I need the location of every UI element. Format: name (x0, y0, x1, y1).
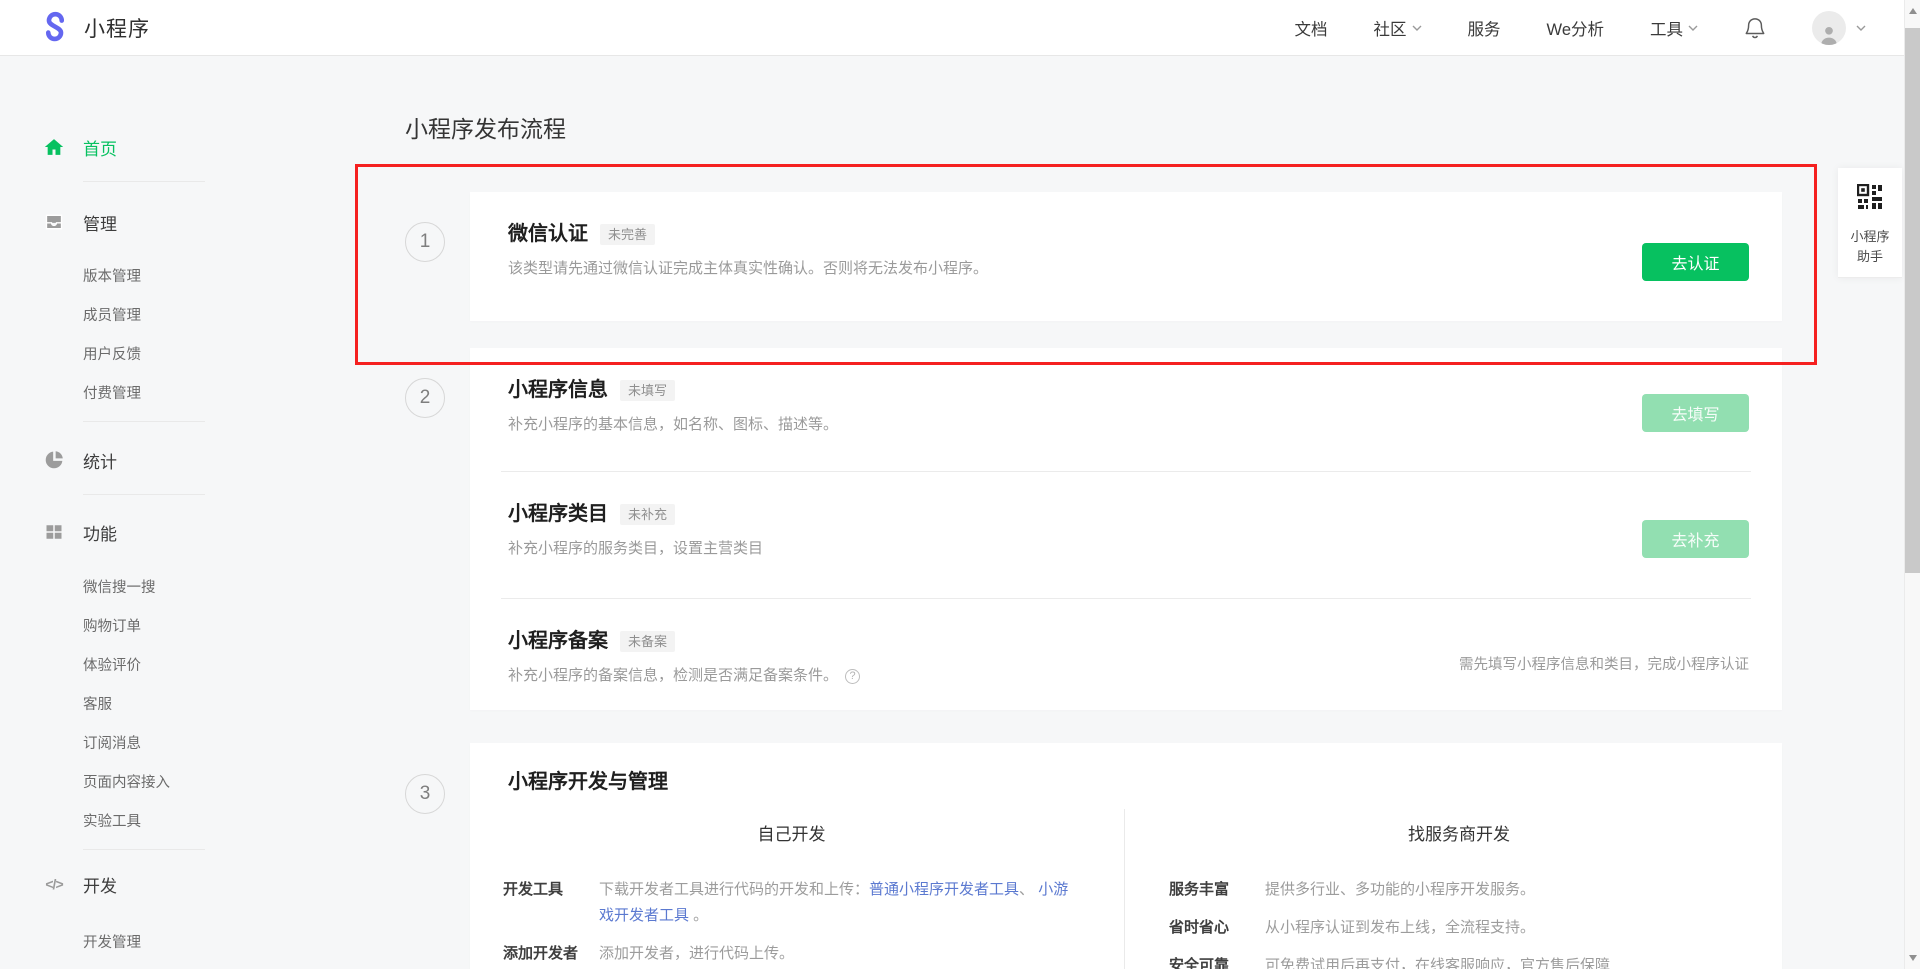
sidebar-item-develop-manage[interactable]: 开发管理 (0, 926, 235, 956)
add-developer-text: 添加开发者，进行代码上传。 (599, 941, 1080, 967)
miniprogram-category-row: 小程序类目 未补充 补充小程序的服务类目，设置主营类目 去补充 (470, 472, 1782, 598)
wechat-verification-row: 微信认证 未完善 该类型请先通过微信认证完成主体真实性确认。否则将无法发布小程序… (470, 192, 1782, 321)
tray-icon (44, 212, 64, 232)
sidebar-item-search[interactable]: 微信搜一搜 (0, 571, 235, 601)
app-logo[interactable]: 小程序 (38, 11, 150, 45)
provider-row: 服务丰富 提供多行业、多功能的小程序开发服务。 (1169, 877, 1749, 903)
sidebar-item-features[interactable]: 功能 (0, 512, 235, 552)
miniprogram-category-title: 小程序类目 (508, 502, 608, 526)
avatar (1812, 11, 1846, 45)
nav-community[interactable]: 社区 (1374, 16, 1422, 40)
sidebar-divider (83, 181, 205, 182)
miniprogram-assistant-widget[interactable]: 小程序 助手 (1838, 168, 1902, 278)
sidebar-item-page-content[interactable]: 页面内容接入 (0, 766, 235, 796)
status-badge: 未补充 (620, 504, 675, 525)
status-badge: 未填写 (620, 380, 675, 401)
status-badge: 未完善 (600, 224, 655, 245)
dev-tools-text: 下载开发者工具进行代码的开发和上传： (599, 881, 869, 898)
miniprogram-info-row: 小程序信息 未填写 补充小程序的基本信息，如名称、图标、描述等。 去填写 (470, 348, 1782, 471)
miniprogram-info-title: 小程序信息 (508, 378, 608, 402)
qr-code-icon (1857, 184, 1883, 210)
sidebar-item-subscribe-message[interactable]: 订阅消息 (0, 727, 235, 757)
sidebar-item-manage[interactable]: 管理 (0, 202, 235, 242)
link-separator: 、 (1019, 881, 1038, 898)
chevron-down-icon (1688, 25, 1698, 31)
sidebar-divider (83, 849, 205, 850)
main-content: 小程序发布流程 1 2 3 微信认证 未完善 该类型请先通过微信认证完成主体真实… (235, 56, 1904, 969)
account-menu[interactable] (1812, 11, 1866, 45)
step-number-2: 2 (405, 378, 445, 418)
dev-tools-label: 开发工具 (503, 877, 599, 929)
chevron-down-icon (1412, 25, 1422, 31)
go-verify-button[interactable]: 去认证 (1642, 243, 1749, 281)
sidebar-divider (83, 494, 205, 495)
status-badge: 未备案 (620, 631, 675, 652)
nav-we-analysis[interactable]: We分析 (1547, 16, 1604, 40)
sidebar-item-stats[interactable]: 统计 (0, 440, 235, 480)
sidebar-item-version-manage[interactable]: 版本管理 (0, 260, 235, 290)
miniprogram-category-desc: 补充小程序的服务类目，设置主营类目 (508, 539, 1782, 559)
sidebar-item-home[interactable]: 首页 (0, 127, 235, 167)
nav-services[interactable]: 服务 (1468, 16, 1501, 40)
pie-chart-icon (44, 450, 64, 470)
sidebar-divider (83, 421, 205, 422)
step3-card: 小程序开发与管理 自己开发 开发工具 下载开发者工具进行代码的开发和上传：普通小… (470, 743, 1782, 969)
miniprogram-filing-row: 小程序备案 未备案 补充小程序的备案信息，检测是否满足备案条件。 需先填写小程序… (470, 599, 1782, 710)
step1-card: 微信认证 未完善 该类型请先通过微信认证完成主体真实性确认。否则将无法发布小程序… (470, 192, 1782, 321)
person-icon (1818, 23, 1840, 45)
step2-card: 小程序信息 未填写 补充小程序的基本信息，如名称、图标、描述等。 去填写 小程序… (470, 348, 1782, 710)
step-number-3: 3 (405, 774, 445, 814)
sidebar-item-paid-manage[interactable]: 付费管理 (0, 377, 235, 407)
scrollbar-thumb[interactable] (1905, 28, 1920, 573)
page-title: 小程序发布流程 (405, 114, 566, 144)
go-supplement-button[interactable]: 去补充 (1642, 520, 1749, 558)
top-header: 小程序 文档 社区 服务 We分析 工具 (0, 0, 1920, 56)
scroll-up-arrow[interactable] (1909, 8, 1917, 14)
sidebar-item-member-manage[interactable]: 成员管理 (0, 299, 235, 329)
miniprogram-logo-icon (38, 11, 72, 45)
dev-manage-title: 小程序开发与管理 (470, 769, 1782, 795)
provider-row: 安全可靠 可免费试用后再支付，在线客服响应，官方售后保障 (1169, 953, 1749, 969)
sidebar-item-customer-service[interactable]: 客服 (0, 688, 235, 718)
add-developer-row: 添加开发者 添加开发者，进行代码上传。 (503, 941, 1080, 967)
go-fill-button[interactable]: 去填写 (1642, 394, 1749, 432)
wechat-verification-desc: 该类型请先通过微信认证完成主体真实性确认。否则将无法发布小程序。 (508, 259, 1782, 279)
nav-docs[interactable]: 文档 (1295, 16, 1328, 40)
self-develop-header: 自己开发 (503, 823, 1080, 847)
vertical-scrollbar[interactable] (1904, 0, 1920, 969)
step-number-1: 1 (405, 222, 445, 262)
notification-bell-icon[interactable] (1744, 16, 1766, 40)
sidebar: 首页 管理 版本管理 成员管理 用户反馈 付费管理 统计 功能 (0, 56, 235, 965)
sidebar-item-experiment-tools[interactable]: 实验工具 (0, 805, 235, 835)
logo-text: 小程序 (84, 13, 150, 43)
scroll-down-arrow[interactable] (1909, 955, 1917, 961)
dev-tools-suffix: 。 (689, 907, 708, 924)
add-developer-label: 添加开发者 (503, 941, 599, 967)
sidebar-item-develop[interactable]: </> 开发 (0, 864, 235, 904)
provider-row: 省时省心 从小程序认证到发布上线，全流程支持。 (1169, 915, 1749, 941)
assistant-label-line1: 小程序 (1838, 227, 1902, 247)
top-nav: 文档 社区 服务 We分析 工具 (1295, 11, 1920, 45)
provider-develop-column: 找服务商开发 服务丰富 提供多行业、多功能的小程序开发服务。 省时省心 从小程序… (1125, 809, 1782, 969)
miniprogram-info-desc: 补充小程序的基本信息，如名称、图标、描述等。 (508, 415, 1782, 435)
sidebar-item-user-feedback[interactable]: 用户反馈 (0, 338, 235, 368)
grid-icon (44, 522, 64, 542)
sidebar-item-experience-review[interactable]: 体验评价 (0, 649, 235, 679)
dev-tools-row: 开发工具 下载开发者工具进行代码的开发和上传：普通小程序开发者工具、 小游戏开发… (503, 877, 1080, 929)
provider-develop-header: 找服务商开发 (1169, 823, 1749, 847)
wechat-verification-title: 微信认证 (508, 222, 588, 246)
chevron-down-icon (1856, 25, 1866, 31)
help-icon[interactable] (845, 669, 860, 684)
self-develop-column: 自己开发 开发工具 下载开发者工具进行代码的开发和上传：普通小程序开发者工具、 … (470, 809, 1125, 969)
miniprogram-filing-desc: 补充小程序的备案信息，检测是否满足备案条件。 (508, 666, 838, 686)
normal-devtools-link[interactable]: 普通小程序开发者工具 (869, 881, 1019, 898)
sidebar-item-shopping-orders[interactable]: 购物订单 (0, 610, 235, 640)
code-icon: </> (44, 874, 64, 894)
home-icon (44, 137, 64, 157)
nav-tools[interactable]: 工具 (1650, 16, 1698, 40)
filing-precondition-note: 需先填写小程序信息和类目，完成小程序认证 (1459, 653, 1749, 674)
miniprogram-filing-title: 小程序备案 (508, 629, 608, 653)
assistant-label-line2: 助手 (1838, 247, 1902, 267)
